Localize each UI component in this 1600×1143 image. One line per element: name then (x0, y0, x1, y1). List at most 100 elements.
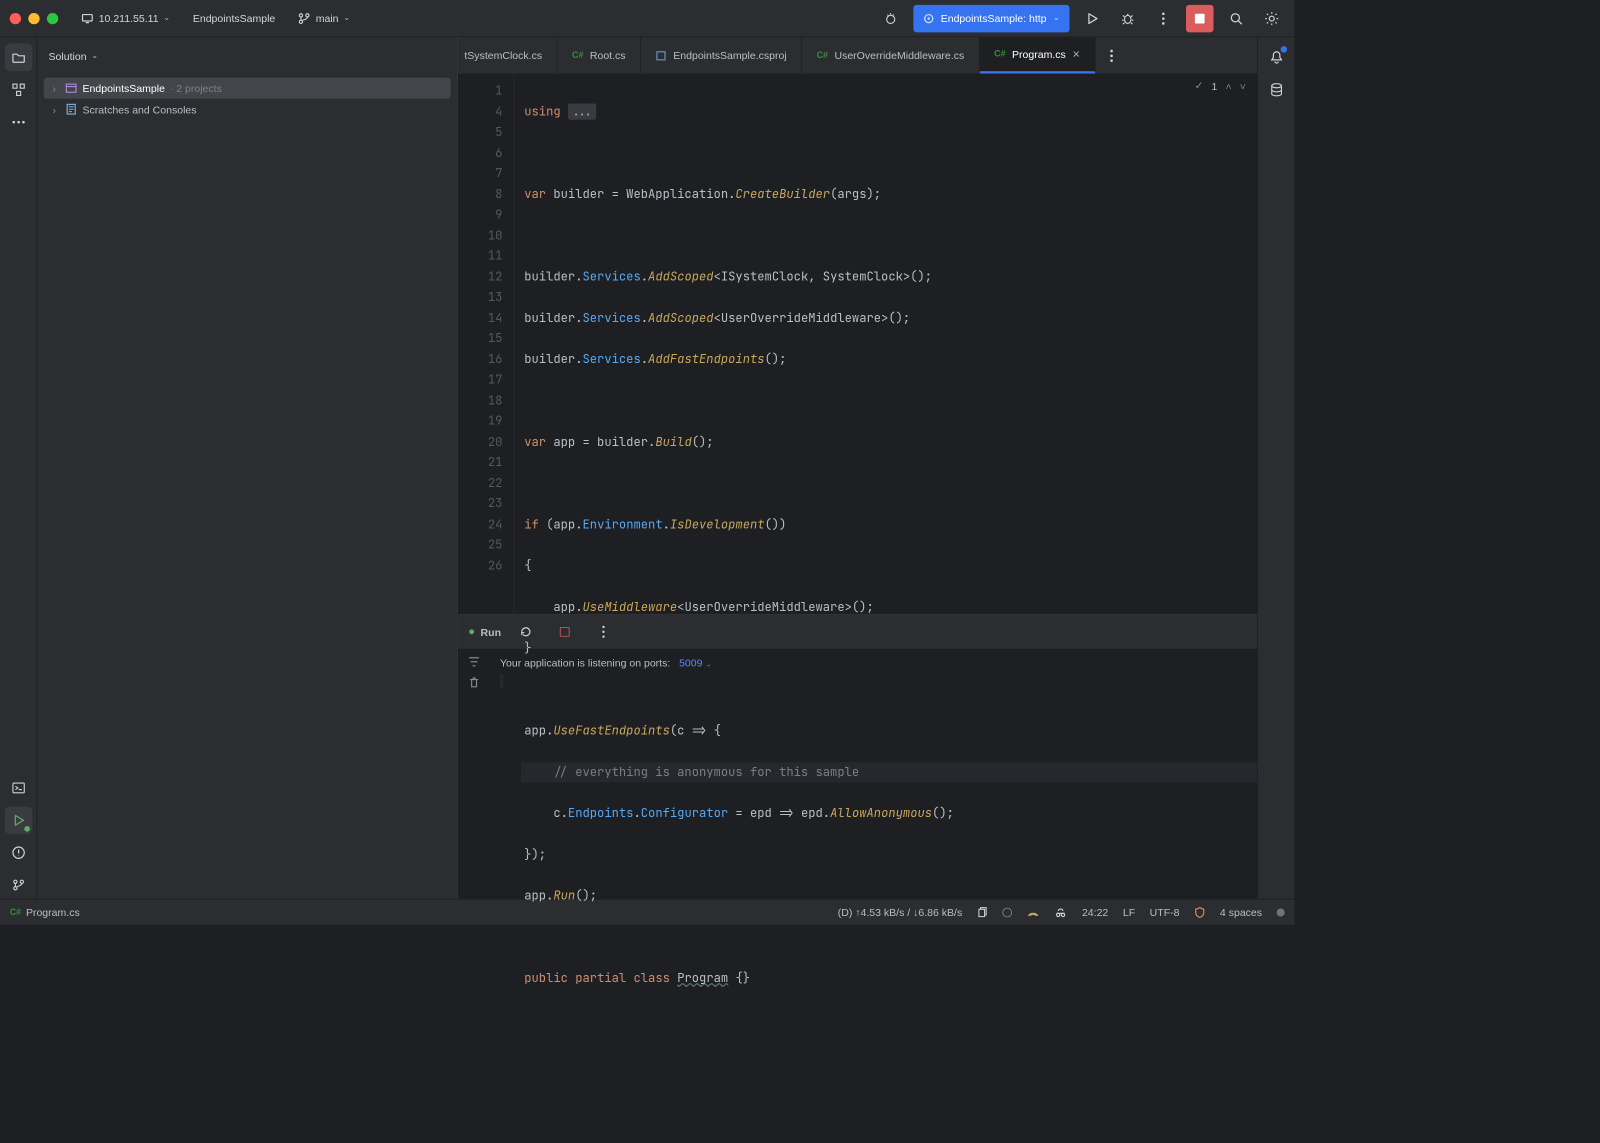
run-config-label: EndpointsSample: http (941, 12, 1047, 24)
tab-label: EndpointsSample.csproj (673, 49, 786, 61)
running-dot-icon (24, 826, 30, 832)
window-controls (10, 13, 59, 24)
status-file-label: Program.cs (26, 906, 80, 918)
check-icon: ✓ (1195, 79, 1204, 92)
tree-row-scratches[interactable]: › Scratches and Consoles (44, 99, 451, 120)
code-surface[interactable]: using ... var builder = WebApplication.C… (515, 74, 1258, 614)
debug-button[interactable] (1115, 5, 1141, 31)
chevron-down-icon[interactable]: ˅ (1240, 80, 1246, 92)
settings-button[interactable] (1259, 5, 1285, 31)
structure-icon (11, 83, 26, 98)
database-tool-button[interactable] (1262, 76, 1290, 104)
vcs-branch-dropdown[interactable]: main ⌄ (291, 8, 356, 27)
more-actions-button[interactable] (1150, 5, 1176, 31)
titlebar: 10.211.55.11 ⌄ EndpointsSample main ⌄ En… (0, 0, 1294, 37)
minimize-window-button[interactable] (28, 13, 39, 24)
solution-icon (65, 82, 78, 95)
search-everywhere-button[interactable] (1223, 5, 1249, 31)
editor-tab-active[interactable]: C# Program.cs ✕ (980, 37, 1096, 73)
inspection-widget[interactable]: ✓ 1 ˄ ˅ (1195, 79, 1246, 92)
status-readonly-icon[interactable] (1277, 908, 1285, 916)
sidebar-title: Solution (49, 50, 87, 62)
profiler-icon-button[interactable] (878, 5, 904, 31)
search-icon (1229, 11, 1244, 26)
bug-icon (1121, 12, 1134, 25)
cs-icon: C# (572, 51, 583, 61)
stop-icon (1195, 13, 1205, 23)
run-tool-button[interactable] (4, 807, 32, 835)
remote-host-label: 10.211.55.11 (99, 12, 159, 24)
editor-tab[interactable]: EndpointsSample.csproj (641, 37, 802, 73)
zoom-window-button[interactable] (47, 13, 58, 24)
tab-label: Root.cs (590, 49, 626, 61)
structure-tool-button[interactable] (4, 76, 32, 104)
stop-button[interactable] (1186, 4, 1214, 32)
left-tool-strip (0, 37, 37, 899)
run-button[interactable] (1079, 5, 1105, 31)
tab-label: Program.cs (1012, 48, 1066, 60)
solution-tree: › EndpointsSample · 2 projects › Scratch… (37, 74, 457, 123)
editor-tab[interactable]: tSystemClock.cs (458, 37, 558, 73)
problems-count: 1 (1212, 80, 1218, 92)
run-target-icon (923, 13, 934, 24)
database-icon (1269, 83, 1284, 98)
run-config-selector[interactable]: EndpointsSample: http ⌄ (913, 4, 1069, 32)
filter-icon[interactable] (468, 655, 481, 668)
chevron-down-icon: ⌄ (91, 51, 98, 60)
main-area: Solution ⌄ › EndpointsSample · 2 project… (0, 37, 1294, 899)
chevron-right-icon: › (49, 82, 60, 94)
editor-tab[interactable]: C# Root.cs (557, 37, 640, 73)
branch-icon (298, 12, 311, 25)
notifications-button[interactable] (1262, 44, 1290, 72)
play-icon (12, 814, 25, 827)
stopwatch-icon (883, 11, 898, 26)
running-dot-icon (469, 629, 474, 634)
right-tool-strip (1257, 37, 1294, 899)
problems-tool-button[interactable] (4, 839, 32, 867)
monitor-icon (81, 12, 94, 25)
trash-icon[interactable] (468, 676, 481, 689)
play-icon (1086, 12, 1099, 25)
gear-icon (1264, 11, 1279, 26)
kebab-icon (1162, 12, 1165, 25)
tabs-overflow-button[interactable] (1096, 37, 1128, 73)
editor-tab[interactable]: C# UserOverrideMiddleware.cs (802, 37, 980, 73)
terminal-icon (11, 781, 26, 796)
editor-tabs: tSystemClock.cs C# Root.cs EndpointsSampl… (458, 37, 1257, 74)
chevron-down-icon: ⌄ (163, 14, 170, 23)
project-name-label: EndpointsSample (193, 12, 275, 24)
cs-icon: C# (994, 49, 1005, 59)
tree-row-suffix: · 2 projects (170, 82, 222, 94)
tab-label: UserOverrideMiddleware.cs (834, 49, 964, 61)
vcs-tool-button[interactable] (4, 871, 32, 899)
console-caret: ​ (500, 674, 503, 688)
solution-sidebar: Solution ⌄ › EndpointsSample · 2 project… (37, 37, 458, 899)
tree-row-label: Scratches and Consoles (83, 103, 197, 115)
line-gutter: 1456789101112131415161718192021222324252… (458, 74, 515, 614)
chevron-up-icon[interactable]: ˄ (1225, 80, 1231, 92)
dot-icon (1277, 908, 1285, 916)
tree-row-solution[interactable]: › EndpointsSample · 2 projects (44, 78, 451, 99)
chevron-right-icon: › (49, 103, 60, 115)
terminal-tool-button[interactable] (4, 774, 32, 802)
project-tool-button[interactable] (4, 44, 32, 72)
cs-icon: C# (817, 51, 828, 61)
branch-label: main (316, 12, 339, 24)
code-editor[interactable]: 1456789101112131415161718192021222324252… (458, 74, 1257, 614)
status-file[interactable]: C# Program.cs (10, 906, 80, 918)
editor-area: tSystemClock.cs C# Root.cs EndpointsSampl… (458, 37, 1257, 899)
run-tab[interactable]: Run (469, 626, 501, 638)
csproj-icon (655, 50, 666, 61)
notification-dot-icon (1280, 46, 1286, 52)
bell-icon (1269, 50, 1284, 65)
project-name[interactable]: EndpointsSample (186, 9, 281, 28)
more-tools-button[interactable] (4, 108, 32, 136)
scratches-icon (65, 103, 78, 116)
ellipsis-icon (11, 121, 26, 124)
run-tab-label: Run (481, 626, 501, 638)
sidebar-header[interactable]: Solution ⌄ (37, 37, 457, 74)
close-window-button[interactable] (10, 13, 21, 24)
folder-icon (11, 50, 26, 65)
remote-host-dropdown[interactable]: 10.211.55.11 ⌄ (74, 8, 176, 27)
close-tab-icon[interactable]: ✕ (1072, 49, 1080, 60)
